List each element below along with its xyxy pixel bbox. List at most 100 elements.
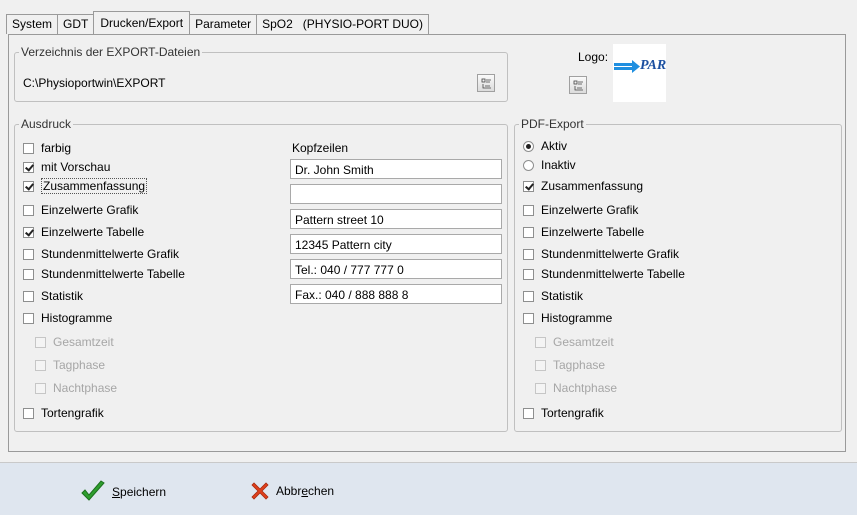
- checkbox[interactable]: [523, 312, 534, 324]
- checkbox-label: Stundenmittelwerte Tabelle: [541, 267, 685, 281]
- checkbox[interactable]: [523, 407, 534, 419]
- checkbox[interactable]: [23, 180, 34, 192]
- ausdruck-nachtphase[interactable]: Nachtphase: [35, 380, 117, 396]
- checkbox-label: Tortengrafik: [541, 406, 604, 420]
- pdf-tagphase[interactable]: Tagphase: [535, 357, 605, 373]
- checkbox[interactable]: [23, 312, 34, 324]
- tab-bar: System GDT Drucken/Export Parameter SpO2…: [6, 11, 430, 34]
- checkmark-icon: [81, 480, 105, 501]
- kopfzeile-4-input[interactable]: 12345 Pattern city: [290, 234, 502, 254]
- checkbox[interactable]: [23, 290, 34, 302]
- tab-spo2[interactable]: SpO2 (PHYSIO-PORT DUO): [256, 14, 430, 34]
- checkbox-label: Tortengrafik: [41, 406, 104, 420]
- checkbox[interactable]: [23, 268, 34, 280]
- ausdruck-tortengrafik[interactable]: Tortengrafik: [23, 405, 104, 421]
- checkbox[interactable]: [523, 268, 534, 280]
- tab-device-label: (PHYSIO-PORT DUO): [302, 17, 424, 31]
- ausdruck-mit-vorschau[interactable]: mit Vorschau: [23, 159, 110, 175]
- logo-image: PAR: [613, 44, 666, 102]
- checkbox-label: Tagphase: [53, 358, 106, 372]
- ausdruck-stundenmittelwerte-grafik[interactable]: Stundenmittelwerte Grafik: [23, 246, 179, 262]
- checkbox[interactable]: [523, 248, 534, 260]
- checkbox-label: Gesamtzeit: [553, 335, 614, 349]
- kopfzeile-1-input[interactable]: Dr. John Smith: [290, 159, 502, 179]
- checkbox[interactable]: [23, 248, 34, 260]
- tab-gdt[interactable]: GDT: [57, 14, 95, 34]
- ausdruck-gesamtzeit[interactable]: Gesamtzeit: [35, 334, 114, 350]
- logo-text: PAR: [640, 58, 667, 73]
- pdf-statistik[interactable]: Statistik: [523, 288, 583, 304]
- checkbox[interactable]: [35, 359, 46, 371]
- kopfzeile-3-input[interactable]: Pattern street 10: [290, 209, 502, 229]
- cancel-button[interactable]: Abbrechen: [249, 480, 334, 502]
- ausdruck-einzelwerte-tabelle[interactable]: Einzelwerte Tabelle: [23, 224, 144, 240]
- checkbox[interactable]: [35, 336, 46, 348]
- ausdruck-histogramme[interactable]: Histogramme: [23, 310, 112, 326]
- checkbox-label: Einzelwerte Grafik: [541, 203, 639, 217]
- pdf-aktiv-radio[interactable]: Aktiv: [523, 138, 567, 154]
- checkbox[interactable]: [23, 161, 34, 173]
- ausdruck-zusammenfassung[interactable]: Zusammenfassung: [23, 178, 148, 194]
- ausdruck-title: Ausdruck: [19, 117, 74, 131]
- checkbox[interactable]: [535, 359, 546, 371]
- kopfzeilen-label: Kopfzeilen: [292, 141, 349, 155]
- ausdruck-stundenmittelwerte-tabelle[interactable]: Stundenmittelwerte Tabelle: [23, 266, 185, 282]
- checkbox[interactable]: [523, 226, 534, 238]
- checkbox[interactable]: [523, 180, 534, 192]
- checkbox-label: Zusammenfassung: [541, 179, 644, 193]
- checkbox[interactable]: [523, 204, 534, 216]
- tab-system[interactable]: System: [6, 14, 59, 34]
- tab-drucken-export[interactable]: Drucken/Export: [93, 11, 191, 34]
- pdf-histogramme[interactable]: Histogramme: [523, 310, 612, 326]
- radio-label: Inaktiv: [541, 158, 576, 172]
- export-path-field[interactable]: C:\Physioportwin\EXPORT: [18, 72, 470, 92]
- checkbox[interactable]: [523, 290, 534, 302]
- checkbox[interactable]: [535, 382, 546, 394]
- logo-browse-button[interactable]: [569, 76, 587, 94]
- pdf-zusammenfassung[interactable]: Zusammenfassung: [523, 178, 643, 194]
- radio[interactable]: [523, 140, 534, 152]
- ausdruck-statistik[interactable]: Statistik: [23, 288, 83, 304]
- pdf-nachtphase[interactable]: Nachtphase: [535, 380, 617, 396]
- checkbox-label: Einzelwerte Tabelle: [541, 225, 645, 239]
- checkbox-label: mit Vorschau: [41, 160, 111, 174]
- checkbox-label: Statistik: [541, 289, 584, 303]
- save-button[interactable]: Speichern: [80, 480, 166, 504]
- save-button-label: Speichern: [112, 485, 167, 499]
- export-browse-button[interactable]: [477, 74, 495, 92]
- checkbox-label: Nachtphase: [53, 381, 118, 395]
- checkbox-label: Histogramme: [41, 311, 113, 325]
- tab-spo2-label: SpO2: [262, 17, 293, 31]
- pdf-stundenmittelwerte-grafik[interactable]: Stundenmittelwerte Grafik: [523, 246, 679, 262]
- checkbox-label: Tagphase: [553, 358, 606, 372]
- pdf-einzelwerte-grafik[interactable]: Einzelwerte Grafik: [523, 202, 638, 218]
- checkbox[interactable]: [23, 407, 34, 419]
- cancel-button-label: Abbrechen: [276, 484, 335, 498]
- checkbox[interactable]: [23, 226, 34, 238]
- pdf-gesamtzeit[interactable]: Gesamtzeit: [535, 334, 614, 350]
- checkbox-label: Stundenmittelwerte Tabelle: [41, 267, 185, 281]
- checkbox[interactable]: [23, 204, 34, 216]
- kopfzeile-6-input[interactable]: Fax.: 040 / 888 888 8: [290, 284, 502, 304]
- pdf-inaktiv-radio[interactable]: Inaktiv: [523, 157, 576, 173]
- checkbox-label: Statistik: [41, 289, 84, 303]
- checkbox-label: Histogramme: [541, 311, 613, 325]
- kopfzeile-2-input[interactable]: [290, 184, 502, 204]
- pdf-tortengrafik[interactable]: Tortengrafik: [523, 405, 604, 421]
- checkbox[interactable]: [23, 142, 34, 154]
- pdf-stundenmittelwerte-tabelle[interactable]: Stundenmittelwerte Tabelle: [523, 266, 685, 282]
- checkbox[interactable]: [35, 382, 46, 394]
- export-directory-title: Verzeichnis der EXPORT-Dateien: [19, 45, 203, 59]
- ausdruck-tagphase[interactable]: Tagphase: [35, 357, 105, 373]
- checkbox-label: farbig: [41, 141, 72, 155]
- pdf-einzelwerte-tabelle[interactable]: Einzelwerte Tabelle: [523, 224, 644, 240]
- checkbox[interactable]: [535, 336, 546, 348]
- tab-parameter[interactable]: Parameter: [189, 14, 258, 34]
- checkbox-label: Stundenmittelwerte Grafik: [41, 247, 180, 261]
- checkbox-label: Einzelwerte Tabelle: [41, 225, 145, 239]
- ausdruck-einzelwerte-grafik[interactable]: Einzelwerte Grafik: [23, 202, 138, 218]
- kopfzeile-5-input[interactable]: Tel.: 040 / 777 777 0: [290, 259, 502, 279]
- radio[interactable]: [523, 159, 534, 171]
- ausdruck-farbig[interactable]: farbig: [23, 140, 71, 156]
- close-icon: [251, 482, 269, 500]
